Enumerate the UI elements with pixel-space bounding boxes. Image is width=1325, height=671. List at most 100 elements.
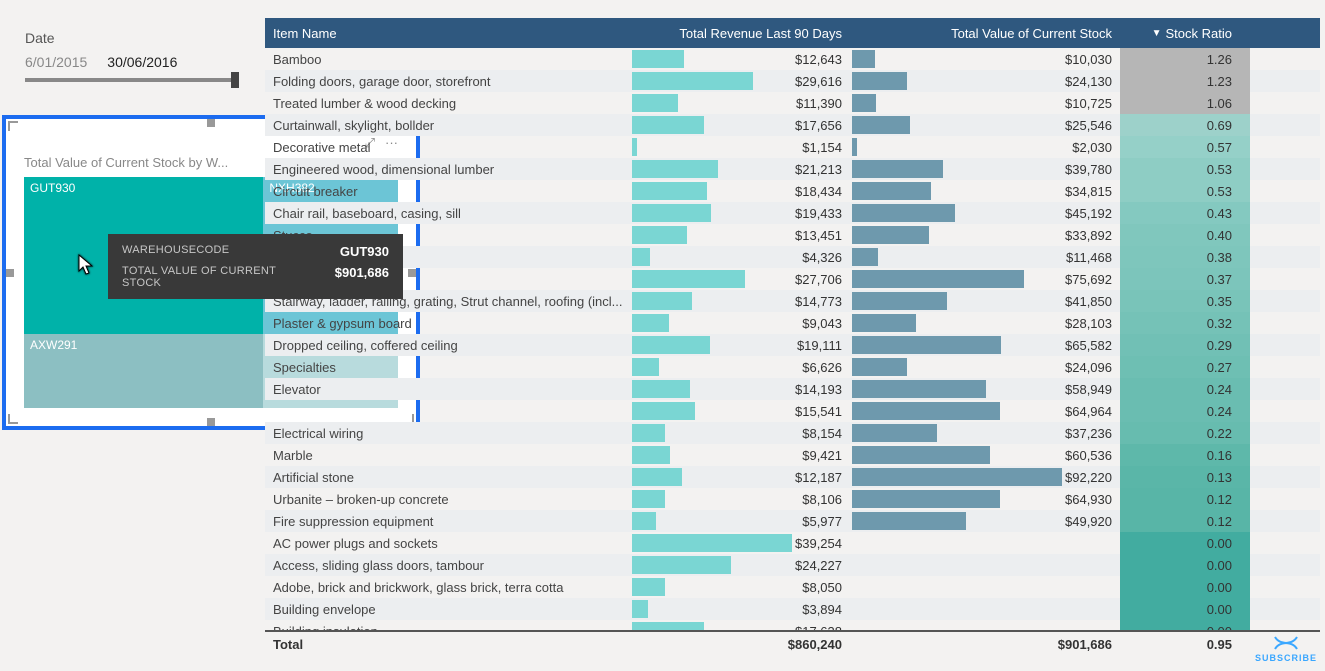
date-end[interactable]: 30/06/2016 [107,54,177,70]
cell-item-name: Curtainwall, skylight, bollder [265,114,630,136]
resize-handle[interactable] [207,418,215,426]
table-row[interactable]: Plaster & gypsum board$9,043$28,1030.32 [265,312,1320,334]
th-ratio-label: Stock Ratio [1166,26,1232,41]
cell-ratio: 0.00 [1120,554,1250,576]
cell-item-name: Building insulation [265,620,630,630]
table-row[interactable]: Building insulation$17,6380.00 [265,620,1320,630]
cell-revenue: $9,043 [630,312,850,334]
table-row[interactable]: Decorative metal$1,154$2,0300.57 [265,136,1320,158]
table-body[interactable]: Bamboo$12,643$10,0301.26Folding doors, g… [265,48,1320,630]
table-header: Item Name Total Revenue Last 90 Days Tot… [265,18,1320,48]
cell-ratio: 1.23 [1120,70,1250,92]
cell-ratio: 0.32 [1120,312,1250,334]
tooltip: WAREHOUSECODE GUT930 TOTAL VALUE OF CURR… [108,234,403,299]
cell-item-name: Fire suppression equipment [265,510,630,532]
table-row[interactable]: Marble$9,421$60,5360.16 [265,444,1320,466]
table-row[interactable]: Chair rail, baseboard, casing, sill$19,4… [265,202,1320,224]
table-row[interactable]: Electrical wiring$8,154$37,2360.22 [265,422,1320,444]
table-row[interactable]: AC power plugs and sockets$39,2540.00 [265,532,1320,554]
cell-item-name: Chair rail, baseboard, casing, sill [265,202,630,224]
table-row[interactable]: Elevator$14,193$58,9490.24 [265,378,1320,400]
cell-revenue: $21,213 [630,158,850,180]
subscribe-logo[interactable]: SUBSCRIBE [1255,635,1317,663]
cell-ratio: 0.22 [1120,422,1250,444]
cell-ratio: 0.69 [1120,114,1250,136]
date-slider-thumb[interactable] [231,72,239,88]
cell-item-name: Electrical wiring [265,422,630,444]
cell-revenue: $13,451 [630,224,850,246]
table-row[interactable]: Urbanite – broken-up concrete$8,106$64,9… [265,488,1320,510]
table-row[interactable]: $15,541$64,9640.24 [265,400,1320,422]
cell-stock: $34,815 [850,180,1120,202]
table-row[interactable]: Building envelope$3,8940.00 [265,598,1320,620]
sort-desc-icon: ▼ [1152,28,1162,39]
cell-stock: $64,964 [850,400,1120,422]
cell-revenue: $1,154 [630,136,850,158]
total-revenue: $860,240 [630,637,850,652]
table-row[interactable]: Fire suppression equipment$5,977$49,9200… [265,510,1320,532]
cell-ratio: 1.06 [1120,92,1250,114]
cell-item-name: Elevator [265,378,630,400]
cell-revenue: $6,626 [630,356,850,378]
date-start[interactable]: 6/01/2015 [25,54,87,70]
items-table[interactable]: Item Name Total Revenue Last 90 Days Tot… [265,18,1320,660]
table-row[interactable]: Treated lumber & wood decking$11,390$10,… [265,92,1320,114]
cell-stock: $60,536 [850,444,1120,466]
th-item-name[interactable]: Item Name [265,18,630,48]
table-row[interactable]: Adobe, brick and brickwork, glass brick,… [265,576,1320,598]
table-row[interactable]: Circuit breaker$18,434$34,8150.53 [265,180,1320,202]
cell-ratio: 0.24 [1120,400,1250,422]
table-row[interactable]: Stairway, ladder, railing, grating, Stru… [265,290,1320,312]
date-slider[interactable] [25,78,235,82]
cell-item-name: AC power plugs and sockets [265,532,630,554]
table-row[interactable]: Stucco$13,451$33,8920.40 [265,224,1320,246]
cell-item-name: Marble [265,444,630,466]
table-row[interactable]: Engineered wood, dimensional lumber$21,2… [265,158,1320,180]
cell-ratio: 0.12 [1120,510,1250,532]
cell-revenue: $4,326 [630,246,850,268]
resize-handle[interactable] [6,269,14,277]
cell-item-name: Bamboo [265,48,630,70]
cell-revenue: $39,254 [630,532,850,554]
table-row[interactable]: Curtainwall, skylight, bollder$17,656$25… [265,114,1320,136]
table-row[interactable]: Bamboo$12,643$10,0301.26 [265,48,1320,70]
cell-item-name: Folding doors, garage door, storefront [265,70,630,92]
cursor-icon [78,254,94,276]
cell-revenue: $14,193 [630,378,850,400]
subscribe-label: SUBSCRIBE [1255,653,1317,663]
resize-handle[interactable] [207,119,215,127]
table-row[interactable]: Artificial stone$12,187$92,2200.13 [265,466,1320,488]
cell-ratio: 0.53 [1120,158,1250,180]
th-ratio[interactable]: ▼ Stock Ratio [1120,18,1250,48]
cell-revenue: $17,638 [630,620,850,630]
dna-icon [1273,635,1299,651]
cell-item-name: Specialties [265,356,630,378]
table-row[interactable]: Folding doors, garage door, storefront $2… [265,70,1320,92]
cell-item-name: Adobe, brick and brickwork, glass brick,… [265,576,630,598]
table-row[interactable]: $4,326$11,4680.38 [265,246,1320,268]
table-row[interactable]: Specialties$6,626$24,0960.27 [265,356,1320,378]
resize-handle[interactable] [8,414,18,424]
cell-ratio: 0.38 [1120,246,1250,268]
th-stock[interactable]: Total Value of Current Stock [850,18,1120,48]
table-row[interactable]: g, Panelling$27,706$75,6920.37 [265,268,1320,290]
cell-stock [850,620,1120,630]
th-revenue[interactable]: Total Revenue Last 90 Days [630,18,850,48]
cell-ratio: 0.40 [1120,224,1250,246]
table-row[interactable]: Dropped ceiling, coffered ceiling$19,111… [265,334,1320,356]
table-row[interactable]: Access, sliding glass doors, tambour$24,… [265,554,1320,576]
cell-stock: $75,692 [850,268,1120,290]
resize-handle[interactable] [8,121,18,131]
cell-revenue: $19,433 [630,202,850,224]
date-slicer[interactable]: Date 6/01/2015 30/06/2016 [25,30,235,105]
cell-stock: $58,949 [850,378,1120,400]
cell-revenue: $18,434 [630,180,850,202]
cell-item-name: Plaster & gypsum board [265,312,630,334]
cell-item-name: Dropped ceiling, coffered ceiling [265,334,630,356]
cell-stock: $24,130 [850,70,1120,92]
cell-ratio: 0.00 [1120,576,1250,598]
total-ratio: 0.95 [1120,637,1250,652]
table-total-row: Total $860,240 $901,686 0.95 [265,630,1320,656]
cell-stock: $49,920 [850,510,1120,532]
treemap-cell[interactable]: AXW291 [24,334,263,408]
